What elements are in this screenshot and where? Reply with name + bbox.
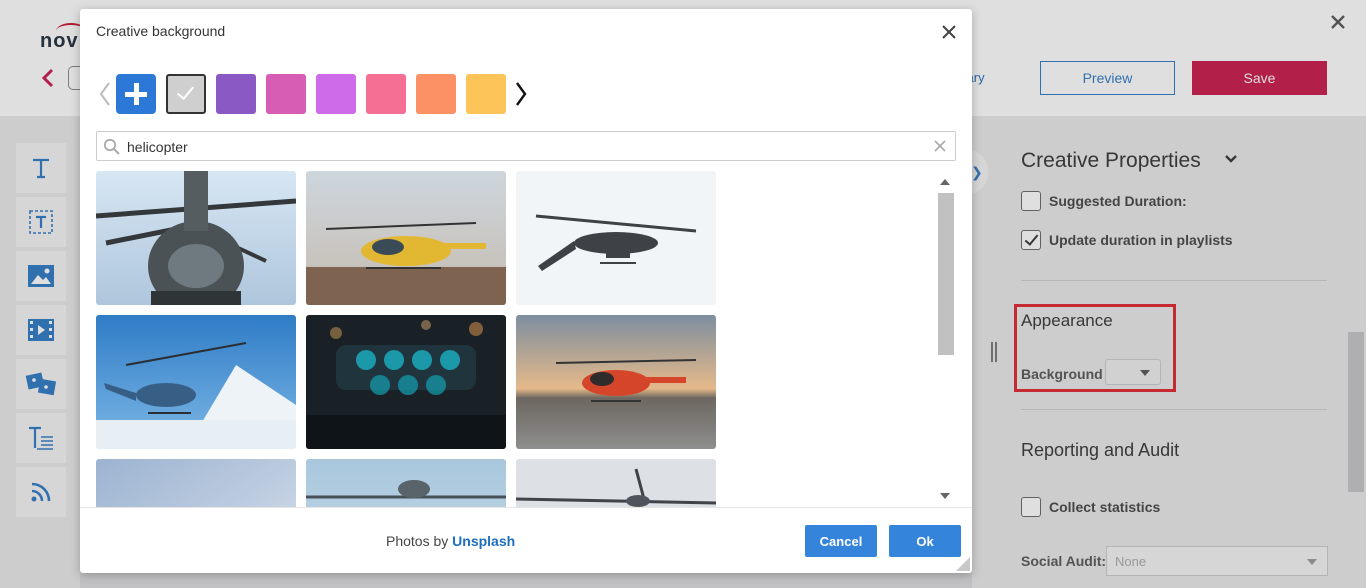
- swatch-purple[interactable]: [216, 74, 256, 114]
- chevron-left-icon: [99, 82, 110, 106]
- scroll-up-arrow-icon[interactable]: [940, 179, 950, 185]
- photo-results-grid: [96, 171, 958, 507]
- photo-credit: Photos by Unsplash: [386, 533, 515, 549]
- creative-background-dialog: Creative background helicopter Photos by…: [80, 9, 972, 573]
- photo-red-helicopter-sunset[interactable]: [516, 315, 716, 449]
- clear-search-icon[interactable]: [933, 139, 947, 153]
- search-icon: [103, 138, 120, 155]
- swatch-pink[interactable]: [366, 74, 406, 114]
- photo-search-input[interactable]: [127, 136, 927, 158]
- photo-sky-photo-partial[interactable]: [96, 459, 296, 507]
- photo-adac-yellow-helicopter[interactable]: [306, 171, 506, 305]
- swatch-orange[interactable]: [416, 74, 456, 114]
- ok-button[interactable]: Ok: [889, 525, 961, 557]
- swatch-next-button[interactable]: [510, 74, 532, 114]
- swatch-light-gray[interactable]: [166, 74, 206, 114]
- photo-helicopter-rotor-partial[interactable]: [306, 459, 506, 507]
- chevron-right-icon: [516, 82, 527, 106]
- scroll-down-arrow-icon[interactable]: [940, 493, 950, 499]
- photo-cockpit-instruments-night[interactable]: [306, 315, 506, 449]
- photo-helicopter-rotor-gray-partial[interactable]: [516, 459, 716, 507]
- swatch-yellow[interactable]: [466, 74, 506, 114]
- add-color-button[interactable]: [116, 74, 156, 114]
- swatch-prev-button[interactable]: [94, 74, 116, 114]
- close-icon[interactable]: [940, 23, 958, 41]
- color-swatch-carousel: [94, 74, 532, 114]
- photo-helicopter-snow-mountain[interactable]: [96, 315, 296, 449]
- resize-grip-icon[interactable]: [956, 557, 970, 571]
- dialog-title: Creative background: [96, 23, 226, 39]
- photo-search-box: [96, 131, 956, 161]
- photo-military-helicopter-front[interactable]: [96, 171, 296, 305]
- swatch-magenta[interactable]: [266, 74, 306, 114]
- unsplash-link[interactable]: Unsplash: [452, 533, 515, 549]
- credit-prefix: Photos by: [386, 533, 449, 549]
- scrollbar-thumb[interactable]: [938, 193, 954, 355]
- photo-apache-helicopter-white-sky[interactable]: [516, 171, 716, 305]
- cancel-button[interactable]: Cancel: [805, 525, 877, 557]
- photo-results-scrollbar[interactable]: [936, 171, 956, 507]
- dialog-header: Creative background: [80, 9, 972, 55]
- swatch-violet[interactable]: [316, 74, 356, 114]
- footer-divider: [80, 507, 972, 508]
